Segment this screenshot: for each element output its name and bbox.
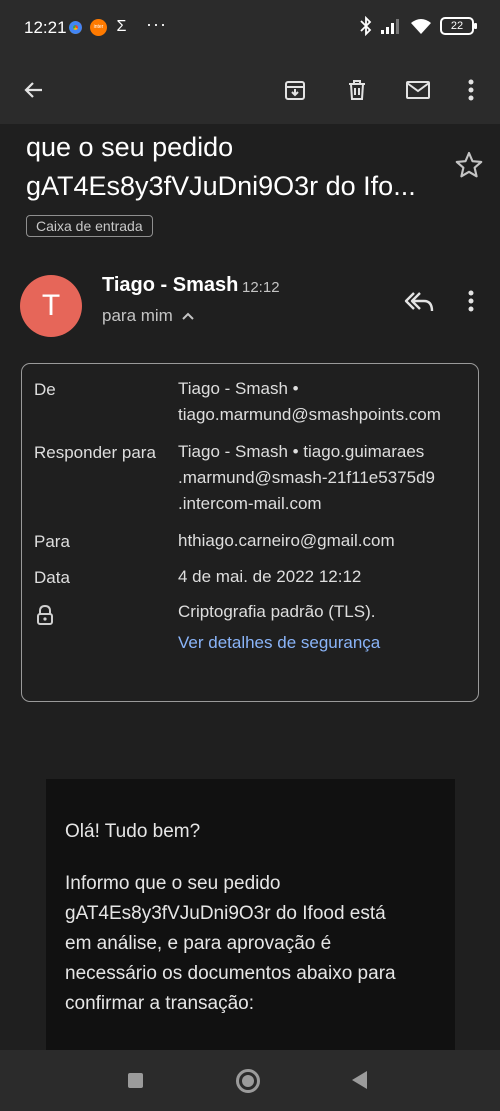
subject-line: gAT4Es8y3fVJuDni9O3r do Ifo... [26, 171, 416, 201]
recipient-toggle[interactable]: para mim [102, 306, 195, 326]
trash-icon [349, 80, 365, 100]
signal-icon [381, 19, 399, 34]
security-details-link[interactable]: Ver detalhes de segurança [178, 630, 380, 656]
status-bar: 12:21 inter Σ ··· 22 [0, 0, 500, 56]
body-line: confirmar a transação: [65, 993, 255, 1014]
status-time: 12:21 [24, 18, 67, 37]
email-time: 12:12 [242, 279, 280, 296]
body-line: necessário os documentos abaixo para [65, 963, 396, 984]
lock-icon [37, 604, 53, 625]
star-button[interactable] [453, 149, 485, 181]
inter-app-icon: inter [90, 18, 107, 36]
recent-apps-button[interactable] [128, 1073, 143, 1088]
star-icon [455, 151, 483, 178]
subject-line: que o seu pedido [26, 132, 234, 162]
reply-to-line: Tiago - Smash • tiago.guimaraes [178, 442, 425, 461]
message-more-button[interactable] [458, 286, 484, 318]
from-value-line: Tiago - Smash • [178, 379, 299, 398]
bluetooth-icon [360, 16, 372, 36]
body-line: gAT4Es8y3fVJuDni9O3r do Ifood está [65, 903, 386, 924]
reply-to-label: Responder para [34, 443, 156, 462]
to-label: Para [34, 532, 70, 551]
email-subject: que o seu pedido gAT4Es8y3fVJuDni9O3r do… [26, 128, 446, 206]
sender-avatar[interactable]: T [20, 275, 82, 337]
from-value: Tiago - Smash • tiago.marmund@smashpoint… [178, 376, 441, 428]
battery-indicator: 22 [440, 17, 477, 35]
body-line: em análise, e para aprovação é [65, 933, 332, 954]
email-body: Olá! Tudo bem? Informo que o seu pedido … [46, 779, 455, 1079]
recipient-summary: para mim [102, 306, 173, 325]
more-notifications-icon: ··· [146, 13, 167, 34]
system-navigation-bar [0, 1050, 500, 1111]
mail-icon [406, 81, 430, 99]
reply-to-line: .marmund@smash-21f11e5375d9 [178, 468, 435, 487]
body-line: Informo que o seu pedido [65, 873, 281, 894]
more-vert-icon [468, 290, 474, 312]
home-button[interactable] [236, 1069, 260, 1093]
sigma-app-icon: Σ [116, 18, 127, 35]
date-label: Data [34, 568, 70, 587]
more-vert-icon [468, 79, 474, 101]
sender-name: Tiago - Smash [102, 274, 239, 296]
from-label: De [34, 380, 56, 399]
reply-to-value: Tiago - Smash • tiago.guimaraes .marmund… [178, 439, 435, 517]
mark-unread-button[interactable] [396, 68, 440, 112]
security-value: Criptografia padrão (TLS). [178, 602, 376, 621]
system-icons: 22 [360, 16, 477, 36]
chevron-up-icon [182, 312, 194, 320]
back-button[interactable] [12, 68, 56, 112]
archive-icon [285, 81, 305, 100]
inbox-label-chip[interactable]: Caixa de entrada [26, 215, 153, 237]
more-options-button[interactable] [449, 68, 493, 112]
arrow-left-icon [24, 82, 42, 98]
reply-to-line: .intercom-mail.com [178, 494, 322, 513]
notification-icons: inter Σ ··· [67, 14, 167, 36]
body-paragraph: Informo que o seu pedido gAT4Es8y3fVJuDn… [65, 869, 445, 1019]
to-value: hthiago.carneiro@gmail.com [178, 531, 395, 550]
chrome-app-icon [67, 18, 84, 36]
reply-all-icon [404, 292, 434, 312]
reply-all-button[interactable] [400, 285, 436, 319]
date-value: 4 de mai. de 2022 12:12 [178, 567, 362, 586]
wifi-icon [411, 19, 431, 34]
archive-button[interactable] [273, 68, 317, 112]
email-toolbar [0, 56, 500, 124]
delete-button[interactable] [335, 68, 379, 112]
from-value-line: tiago.marmund@smashpoints.com [178, 405, 441, 424]
system-back-button[interactable] [352, 1071, 367, 1089]
email-details-panel: De Tiago - Smash • tiago.marmund@smashpo… [21, 363, 479, 702]
body-greeting: Olá! Tudo bem? [65, 821, 201, 842]
